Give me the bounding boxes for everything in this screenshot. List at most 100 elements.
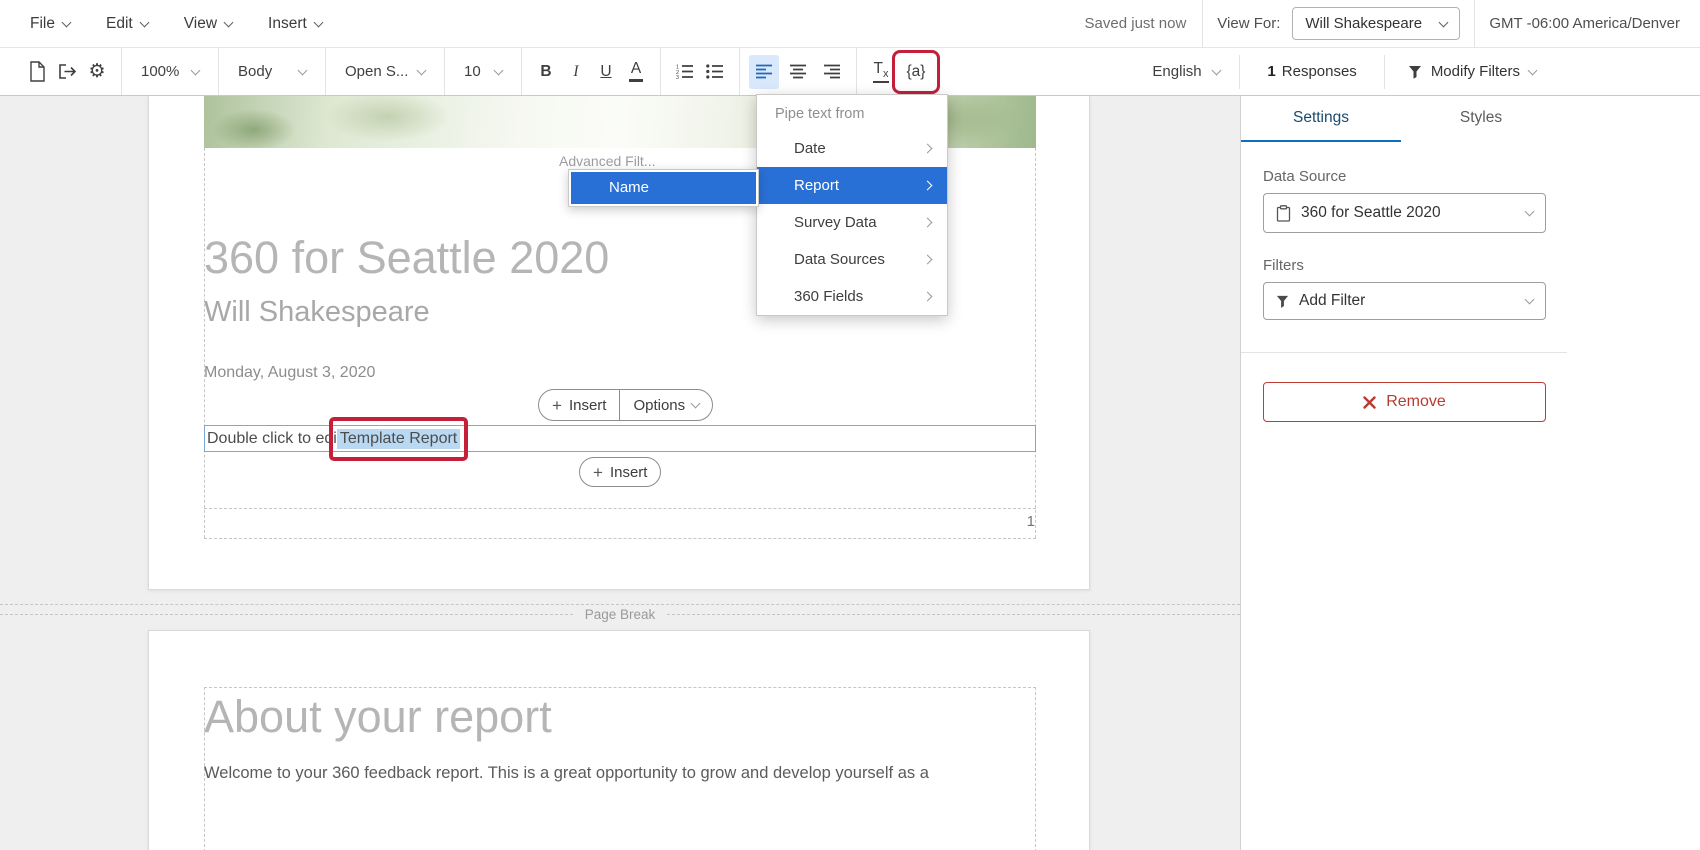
align-right-button[interactable] — [817, 55, 847, 89]
page-break-label: Page Break — [585, 607, 656, 622]
tab-settings[interactable]: Settings — [1241, 96, 1401, 142]
remove-button[interactable]: Remove — [1263, 382, 1546, 422]
menu-item-survey-data-label: Survey Data — [794, 214, 877, 231]
chevron-down-icon — [313, 17, 323, 27]
data-source-select[interactable]: 360 for Seattle 2020 — [1263, 193, 1546, 233]
menu-file-label: File — [30, 15, 55, 33]
settings-gear-button[interactable]: ⚙ — [82, 55, 112, 89]
report-canvas: Advanced Filt... 360 for Seattle 2020 Wi… — [0, 96, 1240, 850]
report-page-2: About your report Welcome to your 360 fe… — [148, 630, 1090, 850]
toolbar-separator — [1384, 55, 1385, 89]
bold-button[interactable]: B — [531, 55, 561, 89]
sidebar-content: Data Source 360 for Seattle 2020 Filters… — [1241, 142, 1561, 320]
section-body[interactable]: Welcome to your 360 feedback report. Thi… — [204, 764, 994, 783]
bullet-list-button[interactable] — [700, 55, 730, 89]
menu-edit[interactable]: Edit — [106, 15, 148, 33]
underline-button[interactable]: U — [591, 55, 621, 89]
filter-funnel-icon — [1408, 65, 1422, 79]
footer-guide — [204, 538, 1036, 539]
insert-block-button[interactable]: + Insert — [579, 457, 661, 487]
report-date[interactable]: Monday, August 3, 2020 — [204, 364, 375, 382]
toolbar-separator — [856, 48, 857, 95]
responses-count: 1 — [1267, 63, 1275, 80]
modify-filters-button[interactable]: Modify Filters — [1394, 63, 1550, 80]
toolbar-right: English 1 Responses Modify Filters — [1142, 55, 1550, 89]
data-source-value: 360 for Seattle 2020 — [1301, 204, 1441, 222]
insert-button[interactable]: + Insert — [539, 390, 619, 420]
font-family-select[interactable]: Open S... — [335, 55, 435, 89]
obscured-advanced-filter-control[interactable]: Advanced Filt... — [559, 153, 656, 169]
menu-view[interactable]: View — [184, 15, 232, 33]
italic-label: I — [573, 63, 578, 81]
view-for-select[interactable]: Will Shakespeare — [1292, 7, 1460, 40]
tab-styles-label: Styles — [1460, 109, 1502, 127]
tab-settings-label: Settings — [1293, 109, 1349, 127]
report-editor: File Edit View Insert Saved just now Vie… — [0, 0, 1700, 850]
align-left-button[interactable] — [749, 55, 779, 89]
page-break: Page Break — [0, 607, 1240, 622]
menu-insert-label: Insert — [268, 15, 307, 33]
chevron-right-icon — [923, 217, 933, 227]
menu-item-date-label: Date — [794, 140, 826, 157]
options-button[interactable]: Options — [620, 390, 712, 420]
tab-styles[interactable]: Styles — [1401, 96, 1561, 142]
clear-label: T — [874, 60, 883, 77]
filter-funnel-icon — [1276, 295, 1289, 308]
insert-options-toolbar: + Insert Options — [538, 389, 713, 421]
editable-text-block[interactable]: Double click to ediTemplate Report — [204, 425, 1036, 452]
paragraph-style-select[interactable]: Body — [228, 55, 316, 89]
italic-button[interactable]: I — [561, 55, 591, 89]
main-menus: File Edit View Insert — [0, 15, 322, 33]
bold-label: B — [540, 63, 551, 81]
remove-x-icon — [1363, 396, 1376, 409]
chevron-right-icon — [923, 180, 933, 190]
menu-edit-label: Edit — [106, 15, 133, 33]
submenu-item-name[interactable]: Name — [571, 172, 756, 204]
filters-label: Filters — [1263, 257, 1561, 274]
zoom-select[interactable]: 100% — [131, 55, 209, 89]
chevron-down-icon — [1525, 207, 1535, 217]
timezone-label: GMT -06:00 America/Denver — [1489, 15, 1680, 32]
chevron-down-icon — [1212, 65, 1222, 75]
menu-item-data-sources[interactable]: Data Sources — [757, 241, 947, 278]
gear-icon: ⚙ — [88, 60, 105, 83]
align-center-button[interactable] — [783, 55, 813, 89]
piped-text-highlight[interactable]: Template Report — [337, 429, 460, 449]
piped-text-menu: Pipe text from Date Report Survey Data D… — [756, 94, 948, 316]
toolbar-separator — [121, 48, 122, 95]
menu-item-report[interactable]: Report — [757, 167, 947, 204]
text-color-button[interactable]: A — [621, 55, 651, 89]
alignment-group — [749, 55, 847, 89]
export-arrow-icon — [58, 63, 77, 80]
export-button[interactable] — [52, 55, 82, 89]
pdf-export-button[interactable] — [22, 55, 52, 89]
zoom-value: 100% — [141, 63, 179, 80]
chevron-down-icon — [62, 17, 72, 27]
menu-item-date[interactable]: Date — [757, 130, 947, 167]
responses-indicator: 1 Responses — [1249, 63, 1374, 80]
report-subject[interactable]: Will Shakespeare — [204, 296, 430, 329]
ordered-list-button[interactable]: 123 — [670, 55, 700, 89]
menu-item-360-fields[interactable]: 360 Fields — [757, 278, 947, 315]
font-size-value: 10 — [464, 63, 481, 80]
highlight-label: Template Report — [340, 430, 457, 447]
piped-text-button[interactable]: {a} Pipe text from Date Report Survey Da… — [896, 54, 936, 90]
menu-item-survey-data[interactable]: Survey Data — [757, 204, 947, 241]
page-number: 1 — [989, 513, 1035, 530]
add-filter-select[interactable]: Add Filter — [1263, 282, 1546, 320]
align-left-icon — [756, 64, 773, 79]
language-select[interactable]: English — [1142, 55, 1230, 89]
section-title[interactable]: About your report — [204, 691, 552, 743]
modify-filters-label: Modify Filters — [1431, 63, 1520, 80]
data-source-label: Data Source — [1263, 168, 1561, 185]
report-title[interactable]: 360 for Seattle 2020 — [204, 232, 609, 284]
margin-guide-left — [204, 148, 205, 538]
toolbar-separator — [660, 48, 661, 95]
piped-menu-header: Pipe text from — [757, 95, 947, 130]
chevron-down-icon — [691, 399, 701, 409]
clear-formatting-button[interactable]: Tx — [866, 55, 896, 89]
menu-file[interactable]: File — [30, 15, 70, 33]
menu-insert[interactable]: Insert — [268, 15, 322, 33]
sidebar-divider — [1241, 352, 1567, 353]
font-size-select[interactable]: 10 — [454, 55, 512, 89]
